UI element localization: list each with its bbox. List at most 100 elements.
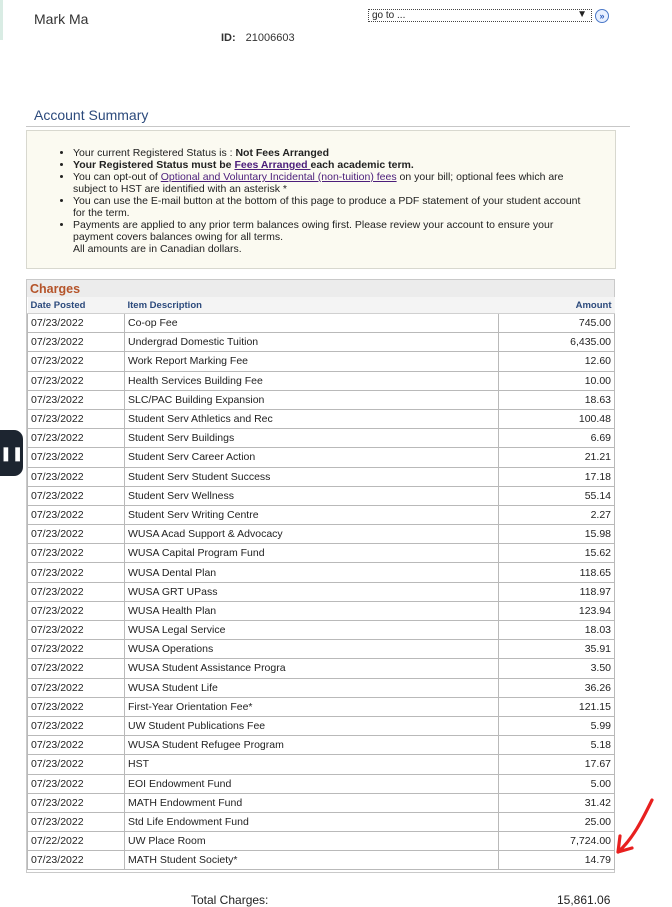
status-value: Not Fees Arranged: [235, 147, 329, 159]
cell-amount: 118.65: [498, 562, 615, 583]
cell-amount: 55.14: [498, 485, 615, 506]
table-row: 07/23/2022 WUSA Acad Support & Advocacy 15…: [27, 524, 615, 545]
cell-amount: 21.21: [498, 447, 615, 468]
cell-amount: 25.00: [498, 811, 615, 833]
table-row: 07/23/2022 WUSA Student Life 36.26: [27, 677, 615, 698]
cell-description: UW Place Room: [124, 831, 499, 852]
cell-date: 07/23/2022: [27, 811, 125, 833]
fees-arranged-link[interactable]: Fees Arranged: [234, 159, 310, 171]
table-row: 07/23/2022 WUSA Legal Service 18.03: [27, 619, 615, 641]
cell-description: Undergrad Domestic Tuition: [124, 332, 499, 353]
cell-date: 07/23/2022: [27, 696, 125, 717]
cell-amount: 35.91: [498, 639, 615, 660]
list-item: Payments are applied to any prior term b…: [73, 219, 595, 255]
table-header-row: Date Posted Item Description Amount: [27, 297, 615, 314]
account-info-box: Your current Registered Status is : Not …: [26, 130, 616, 269]
table-row: 07/23/2022 Student Serv Athletics and Rec…: [27, 408, 615, 430]
charges-title: Charges: [27, 280, 614, 297]
total-charges-label: Total Charges:: [191, 893, 269, 907]
charges-panel: Charges Date Posted Item Description Amo…: [26, 279, 615, 873]
table-row: 07/23/2022 Health Services Building Fee 10…: [27, 370, 615, 391]
cell-description: Co-op Fee: [124, 312, 499, 334]
table-row: 07/23/2022 WUSA Student Assistance Progra…: [27, 658, 615, 679]
table-row: 07/23/2022 Student Serv Wellness 55.14: [27, 485, 615, 506]
cell-description: WUSA Capital Program Fund: [124, 543, 499, 564]
table-row: 07/23/2022 Student Serv Writing Centre 2.2…: [27, 504, 615, 526]
cell-amount: 14.79: [498, 850, 615, 871]
cell-description: WUSA Student Refugee Program: [124, 735, 499, 756]
cell-amount: 7,724.00: [498, 831, 615, 852]
table-row: 07/23/2022 MATH Endowment Fund 31.42: [27, 792, 615, 813]
cell-amount: 31.42: [498, 792, 615, 813]
cell-date: 07/23/2022: [27, 370, 125, 391]
table-row: 07/23/2022 First-Year Orientation Fee* 121…: [27, 696, 615, 717]
table-row: 07/23/2022 Std Life Endowment Fund 25.00: [27, 811, 615, 833]
status-text: Your current Registered Status is :: [73, 147, 236, 159]
student-id-label: ID:: [221, 32, 236, 44]
col-header-description: Item Description: [124, 297, 499, 314]
cell-amount: 745.00: [498, 312, 615, 334]
cell-description: Student Serv Student Success: [124, 466, 499, 487]
cell-amount: 5.18: [498, 735, 615, 756]
cell-date: 07/23/2022: [27, 543, 125, 564]
col-header-amount: Amount: [498, 297, 615, 314]
col-header-date: Date Posted: [27, 297, 125, 314]
cell-date: 07/23/2022: [27, 312, 125, 334]
charges-table-body: 07/23/2022 Co-op Fee 745.00 07/23/2022 Under…: [27, 312, 615, 871]
cell-amount: 5.99: [498, 715, 615, 737]
go-button[interactable]: »: [595, 9, 609, 23]
cell-date: 07/23/2022: [27, 754, 125, 775]
red-arrow-annotation: [616, 798, 654, 854]
list-item: Your Registered Status must be Fees Arra…: [73, 159, 595, 171]
cell-date: 07/23/2022: [27, 332, 125, 353]
cell-amount: 10.00: [498, 370, 615, 391]
cell-amount: 18.63: [498, 389, 615, 410]
cell-amount: 5.00: [498, 773, 615, 794]
cell-description: Health Services Building Fee: [124, 370, 499, 391]
cell-description: WUSA GRT UPass: [124, 581, 499, 602]
charges-table: Date Posted Item Description Amount 07/2…: [27, 297, 615, 871]
cell-description: WUSA Student Assistance Progra: [124, 658, 499, 679]
goto-select[interactable]: go to ... ▼: [368, 9, 592, 22]
table-row: 07/23/2022 HST 17.67: [27, 754, 615, 775]
cell-date: 07/23/2022: [27, 658, 125, 679]
student-id-value: 21006603: [245, 32, 295, 44]
list-item: You can opt-out of Optional and Voluntar…: [73, 171, 595, 195]
cell-amount: 3.50: [498, 658, 615, 679]
list-item: Your current Registered Status is : Not …: [73, 147, 595, 159]
cell-description: WUSA Health Plan: [124, 600, 499, 622]
cell-amount: 6,435.00: [498, 332, 615, 353]
email-note-text: You can use the E-mail button at the bot…: [73, 195, 581, 219]
cell-description: WUSA Acad Support & Advocacy: [124, 524, 499, 545]
cell-date: 07/23/2022: [27, 715, 125, 737]
optional-fees-link[interactable]: Optional and Voluntary Incidental (non-t…: [161, 171, 397, 183]
student-id-row: ID: 21006603: [221, 32, 295, 44]
table-row: 07/23/2022 Undergrad Domestic Tuition 6,43…: [27, 332, 615, 353]
cell-date: 07/23/2022: [27, 389, 125, 410]
cell-description: SLC/PAC Building Expansion: [124, 389, 499, 410]
cell-date: 07/23/2022: [27, 581, 125, 602]
section-divider: [26, 126, 630, 127]
chevron-down-icon: ▼: [577, 9, 587, 20]
cell-date: 07/23/2022: [27, 428, 125, 449]
cell-date: 07/23/2022: [27, 619, 125, 641]
cell-amount: 6.69: [498, 428, 615, 449]
cell-description: MATH Endowment Fund: [124, 792, 499, 813]
sidebar-toggle-handle[interactable]: ❚❚: [0, 430, 23, 476]
cell-description: UW Student Publications Fee: [124, 715, 499, 737]
page-title: Account Summary: [34, 107, 149, 123]
cell-description: Student Serv Wellness: [124, 485, 499, 506]
table-row: 07/23/2022 WUSA Student Refugee Program 5.…: [27, 735, 615, 756]
cell-date: 07/23/2022: [27, 639, 125, 660]
must-be-text: Your Registered Status must be: [73, 159, 235, 171]
user-name: Mark Ma: [34, 11, 89, 27]
cell-description: Student Serv Career Action: [124, 447, 499, 468]
cell-amount: 2.27: [498, 504, 615, 526]
table-row: 07/23/2022 EOI Endowment Fund 5.00: [27, 773, 615, 794]
cell-amount: 121.15: [498, 696, 615, 717]
cell-amount: 15.98: [498, 524, 615, 545]
cell-description: First-Year Orientation Fee*: [124, 696, 499, 717]
cell-description: WUSA Dental Plan: [124, 562, 499, 583]
cell-date: 07/23/2022: [27, 677, 125, 698]
cell-description: Std Life Endowment Fund: [124, 811, 499, 833]
